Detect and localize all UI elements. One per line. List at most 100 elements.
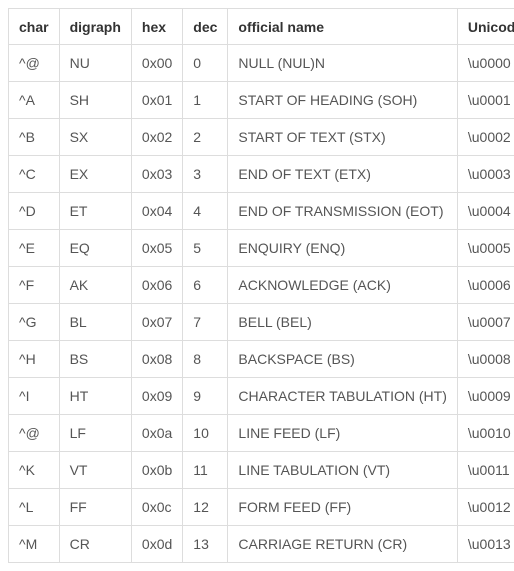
table-row: ^I HT 0x09 9 CHARACTER TABULATION (HT) \… [9, 378, 514, 415]
table-row: ^@ NU 0x00 0 NULL (NUL)N \u0000 [9, 45, 514, 82]
table-row: ^C EX 0x03 3 END OF TEXT (ETX) \u0003 [9, 156, 514, 193]
cell-unicode: \u0000 [457, 45, 514, 82]
cell-name: FORM FEED (FF) [228, 489, 457, 526]
cell-dec: 6 [183, 267, 228, 304]
cell-name: CARRIAGE RETURN (CR) [228, 526, 457, 563]
cell-char: ^@ [9, 45, 60, 82]
table-row: ^D ET 0x04 4 END OF TRANSMISSION (EOT) \… [9, 193, 514, 230]
cell-char: ^C [9, 156, 60, 193]
cell-hex: 0x00 [131, 45, 182, 82]
cell-digraph: ET [59, 193, 131, 230]
cell-hex: 0x0b [131, 452, 182, 489]
table-row: ^L FF 0x0c 12 FORM FEED (FF) \u0012 [9, 489, 514, 526]
table-row: ^H BS 0x08 8 BACKSPACE (BS) \u0008 [9, 341, 514, 378]
cell-dec: 12 [183, 489, 228, 526]
cell-unicode: \u0011 [457, 452, 514, 489]
cell-unicode: \u0008 [457, 341, 514, 378]
cell-unicode: \u0004 [457, 193, 514, 230]
cell-unicode: \u0002 [457, 119, 514, 156]
ascii-control-table: char digraph hex dec official name Unico… [8, 8, 514, 563]
cell-dec: 4 [183, 193, 228, 230]
cell-name: START OF TEXT (STX) [228, 119, 457, 156]
cell-digraph: AK [59, 267, 131, 304]
cell-unicode: \u0013 [457, 526, 514, 563]
cell-char: ^M [9, 526, 60, 563]
cell-hex: 0x0c [131, 489, 182, 526]
cell-char: ^L [9, 489, 60, 526]
cell-digraph: SH [59, 82, 131, 119]
cell-unicode: \u0010 [457, 415, 514, 452]
cell-dec: 8 [183, 341, 228, 378]
cell-dec: 2 [183, 119, 228, 156]
cell-char: ^G [9, 304, 60, 341]
cell-dec: 3 [183, 156, 228, 193]
cell-dec: 5 [183, 230, 228, 267]
cell-dec: 9 [183, 378, 228, 415]
cell-hex: 0x07 [131, 304, 182, 341]
cell-digraph: FF [59, 489, 131, 526]
col-header-official-name: official name [228, 9, 457, 45]
cell-hex: 0x06 [131, 267, 182, 304]
cell-name: BACKSPACE (BS) [228, 341, 457, 378]
cell-hex: 0x04 [131, 193, 182, 230]
cell-unicode: \u0005 [457, 230, 514, 267]
table-row: ^M CR 0x0d 13 CARRIAGE RETURN (CR) \u001… [9, 526, 514, 563]
cell-dec: 7 [183, 304, 228, 341]
col-header-digraph: digraph [59, 9, 131, 45]
cell-char: ^B [9, 119, 60, 156]
cell-dec: 10 [183, 415, 228, 452]
cell-char: ^D [9, 193, 60, 230]
cell-unicode: \u0009 [457, 378, 514, 415]
cell-name: CHARACTER TABULATION (HT) [228, 378, 457, 415]
cell-name: NULL (NUL)N [228, 45, 457, 82]
cell-char: ^@ [9, 415, 60, 452]
cell-digraph: BS [59, 341, 131, 378]
cell-digraph: CR [59, 526, 131, 563]
cell-dec: 13 [183, 526, 228, 563]
cell-dec: 0 [183, 45, 228, 82]
cell-name: ENQUIRY (ENQ) [228, 230, 457, 267]
cell-digraph: EX [59, 156, 131, 193]
cell-char: ^I [9, 378, 60, 415]
cell-hex: 0x03 [131, 156, 182, 193]
cell-unicode: \u0007 [457, 304, 514, 341]
cell-char: ^K [9, 452, 60, 489]
cell-digraph: NU [59, 45, 131, 82]
col-header-dec: dec [183, 9, 228, 45]
cell-name: BELL (BEL) [228, 304, 457, 341]
cell-hex: 0x0a [131, 415, 182, 452]
cell-digraph: BL [59, 304, 131, 341]
cell-hex: 0x01 [131, 82, 182, 119]
cell-digraph: VT [59, 452, 131, 489]
cell-unicode: \u0001 [457, 82, 514, 119]
cell-hex: 0x09 [131, 378, 182, 415]
cell-hex: 0x02 [131, 119, 182, 156]
cell-name: ACKNOWLEDGE (ACK) [228, 267, 457, 304]
cell-unicode: \u0012 [457, 489, 514, 526]
cell-digraph: HT [59, 378, 131, 415]
table-row: ^E EQ 0x05 5 ENQUIRY (ENQ) \u0005 [9, 230, 514, 267]
cell-hex: 0x05 [131, 230, 182, 267]
cell-digraph: LF [59, 415, 131, 452]
cell-digraph: SX [59, 119, 131, 156]
cell-char: ^F [9, 267, 60, 304]
cell-unicode: \u0003 [457, 156, 514, 193]
cell-unicode: \u0006 [457, 267, 514, 304]
table-body: ^@ NU 0x00 0 NULL (NUL)N \u0000 ^A SH 0x… [9, 45, 514, 563]
cell-name: LINE FEED (LF) [228, 415, 457, 452]
cell-hex: 0x0d [131, 526, 182, 563]
table-row: ^B SX 0x02 2 START OF TEXT (STX) \u0002 [9, 119, 514, 156]
table-row: ^G BL 0x07 7 BELL (BEL) \u0007 [9, 304, 514, 341]
cell-char: ^A [9, 82, 60, 119]
table-header-row: char digraph hex dec official name Unico… [9, 9, 514, 45]
cell-digraph: EQ [59, 230, 131, 267]
cell-name: START OF HEADING (SOH) [228, 82, 457, 119]
cell-name: END OF TRANSMISSION (EOT) [228, 193, 457, 230]
cell-hex: 0x08 [131, 341, 182, 378]
cell-dec: 11 [183, 452, 228, 489]
col-header-unicode: Unicode [457, 9, 514, 45]
cell-name: END OF TEXT (ETX) [228, 156, 457, 193]
table-row: ^F AK 0x06 6 ACKNOWLEDGE (ACK) \u0006 [9, 267, 514, 304]
table-row: ^A SH 0x01 1 START OF HEADING (SOH) \u00… [9, 82, 514, 119]
cell-char: ^E [9, 230, 60, 267]
